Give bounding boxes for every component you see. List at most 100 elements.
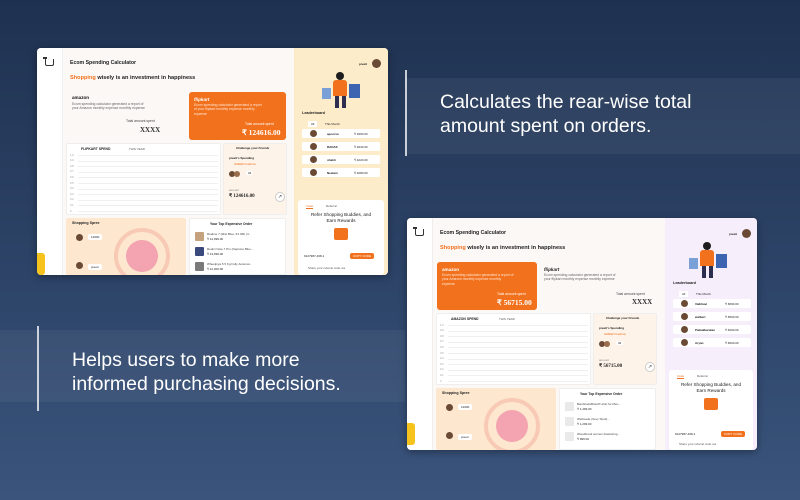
gridline: [448, 381, 588, 382]
leaderboard-row: Palwalkaratan ₹ 6200.00: [673, 325, 751, 334]
flipkart-logo: flipkart: [544, 267, 560, 272]
leaderboard-title: Leaderboard: [302, 111, 325, 115]
challenge-title: Challenge your Friends: [606, 316, 640, 320]
gridline: [448, 375, 588, 377]
gridline: [448, 358, 588, 360]
orders-title: Your Top Expensive Order: [210, 222, 253, 226]
row-name: shakti: [327, 158, 336, 162]
leaderboard-tab-all[interactable]: All: [679, 291, 689, 297]
chart-period-select[interactable]: THIS YEAR: [129, 147, 145, 151]
order-price: ₹ 1,299.00: [577, 422, 592, 426]
order-price: ₹ 13,999.00: [207, 252, 224, 256]
referral-tab-referral[interactable]: Referral: [326, 204, 337, 208]
order-name[interactable]: Wellmade (Grey Stool)...: [577, 417, 610, 421]
amazon-card[interactable]: amazon Ecom spending calculator generate…: [68, 92, 186, 140]
user-avatar[interactable]: [372, 59, 381, 68]
y-tick-label: 0.4: [70, 187, 74, 191]
screenshot-flipkart: Ecom Spending Calculator Shopping wisely…: [37, 48, 388, 275]
challenge-arrow-button[interactable]: ↗: [645, 362, 655, 372]
friend-count-badge: 04: [246, 171, 254, 175]
spree-bubble-user: preeti: [458, 434, 472, 440]
gridline: [448, 364, 588, 366]
row-amount: ₹ 6000.00: [725, 341, 739, 345]
row-avatar: [681, 313, 688, 320]
spree-bubble: 12000: [88, 234, 103, 240]
y-tick-label: 0.4: [440, 357, 444, 361]
spend-chart: AMAZON SPEND THIS YEAR 1.0 0.9 0.8 0.7 0.6 0.…: [436, 313, 591, 385]
y-tick-label: 0.5: [440, 351, 444, 355]
product-thumb: [565, 417, 574, 426]
nav-rail: [407, 218, 433, 450]
flipkart-card[interactable]: flipkart Ecom spending calculator genera…: [189, 92, 286, 140]
referral-tab-invite[interactable]: Invite: [677, 374, 685, 379]
order-name[interactable]: Realme 7 (Mist Blue, 64 GB) (4...: [207, 232, 251, 236]
challenge-amount: ₹ 56715.00: [599, 364, 623, 369]
row-name: Neelam: [327, 171, 338, 175]
tagline-highlight: Shopping: [70, 75, 96, 81]
amazon-card[interactable]: amazon Ecom spending calculator generate…: [437, 262, 537, 310]
flipkart-desc: Ecom spending calculator generated a rep…: [544, 273, 616, 282]
product-thumb: [195, 247, 204, 256]
leaderboard-tab-month[interactable]: This Month: [693, 291, 714, 297]
leaderboard-tab-all[interactable]: All: [308, 121, 318, 127]
spree-ring-inner: [496, 410, 528, 442]
y-tick-label: 0.8: [440, 334, 444, 338]
flipkart-desc: Ecom spending calculator generated a rep…: [194, 103, 262, 116]
gridline: [448, 336, 588, 338]
flipkart-logo: flipkart: [194, 97, 210, 102]
spree-title: Shopping Spree: [72, 221, 100, 225]
user-avatar[interactable]: [742, 229, 751, 238]
spree-title: Shopping Spree: [442, 391, 470, 395]
feedback-tab[interactable]: [37, 253, 45, 275]
y-tick-label: 1.0: [440, 323, 444, 327]
y-tick-label: 0.9: [440, 329, 444, 333]
friend-avatar: [234, 171, 240, 177]
challenge-arrow-button[interactable]: ↗: [275, 192, 285, 202]
order-name[interactable]: Redmi Note 7 Pro (Neptune Blue...: [207, 247, 253, 251]
leaderboard-row: apoorva ₹ 4960.00: [302, 129, 380, 138]
y-tick-label: 0.9: [70, 159, 74, 163]
order-name[interactable]: Wheelpiya 5.5 Kg Fully Automat...: [207, 262, 252, 266]
tagline-rest: wisely is an investment in happiness: [97, 75, 196, 81]
amazon-logo: amazon: [442, 267, 460, 272]
referral-tab-referral[interactable]: Referral: [697, 374, 708, 378]
challenge-amount: ₹ 124616.00: [229, 194, 255, 199]
copy-code-button[interactable]: COPY CODE: [721, 431, 745, 437]
order-name[interactable]: Woodbrook women drawstring...: [577, 432, 620, 436]
row-name: Vaibhavi: [695, 302, 708, 306]
row-name: Aryan: [695, 341, 704, 345]
order-name[interactable]: BanAbodeBrandT-shirt for Men...: [577, 402, 621, 406]
flipkart-total-value: ₹ 124616.00: [242, 128, 281, 137]
referral-title: Refer Shopping Buddies, and Earn Rewards: [310, 212, 372, 223]
user-name: preeti: [729, 232, 738, 236]
leaderboard-tab-month[interactable]: This Month: [322, 121, 343, 127]
row-name: RADAS: [327, 145, 338, 149]
flipkart-total-label: Total amount spent: [616, 292, 645, 296]
feedback-tab[interactable]: [407, 423, 415, 445]
leaderboard-row: RADAS ₹ 4940.00: [302, 142, 380, 151]
referral-tab-invite[interactable]: Invite: [306, 204, 314, 209]
cart-icon[interactable]: [413, 227, 424, 236]
spree-avatar: [446, 432, 453, 439]
y-tick-label: 0.6: [70, 175, 74, 179]
order-price: ₹ 1,499.00: [577, 407, 592, 411]
user-name: preeti: [359, 62, 368, 66]
y-tick-label: 0.2: [70, 198, 74, 202]
y-tick-label: 0.8: [70, 164, 74, 168]
flipkart-total-value: XXXX: [632, 298, 653, 306]
gridline: [78, 183, 218, 184]
top-orders-panel: Your Top Expensive Order Realme 7 (Mist …: [189, 218, 286, 275]
chart-y-axis: 1.0 0.9 0.8 0.7 0.6 0.5 0.4 0.3 0.2 0.1 0: [70, 154, 220, 213]
chart-period-select[interactable]: THIS YEAR: [499, 317, 515, 321]
row-avatar: [310, 169, 317, 176]
gridline: [448, 330, 588, 332]
gift-icon: [334, 228, 348, 240]
product-thumb: [565, 432, 574, 441]
flipkart-card[interactable]: flipkart Ecom spending calculator genera…: [540, 262, 658, 310]
product-thumb: [195, 232, 204, 241]
cart-icon[interactable]: [43, 57, 54, 66]
row-amount: ₹ 4220.00: [354, 158, 368, 162]
gridline: [78, 166, 218, 168]
copy-code-button[interactable]: COPY CODE: [350, 253, 374, 259]
nav-rail: [37, 48, 63, 275]
